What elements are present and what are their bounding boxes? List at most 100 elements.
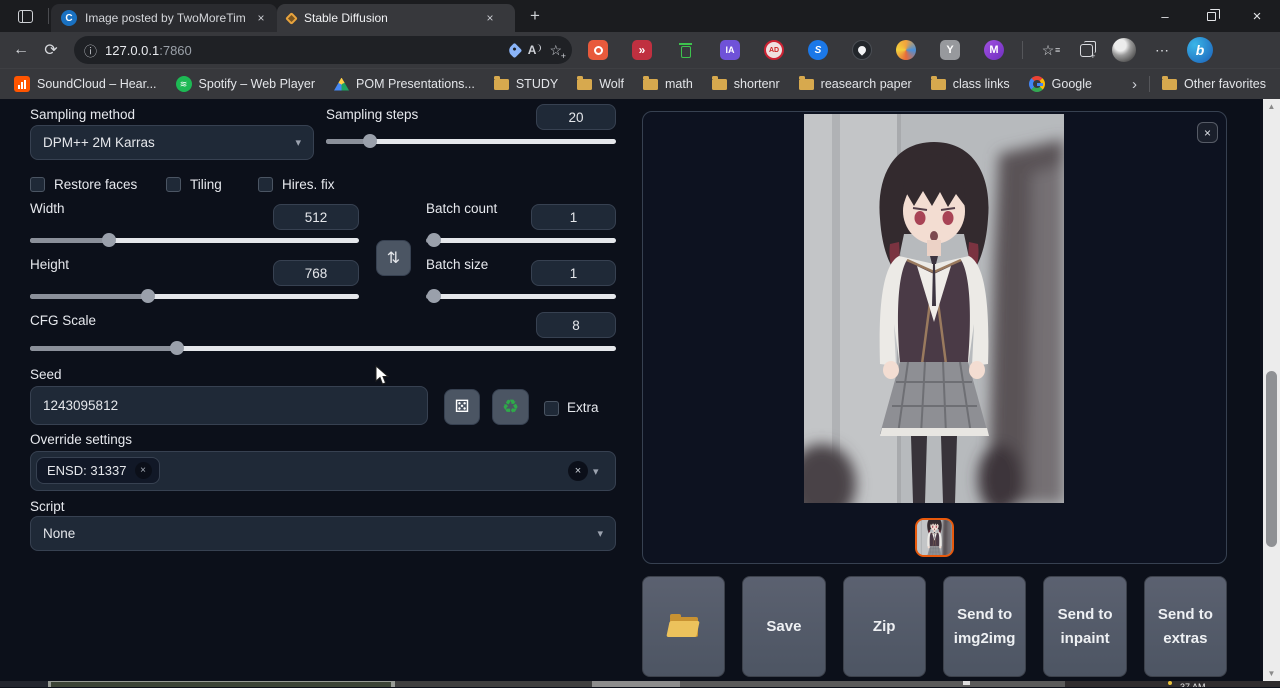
extension-shazam-icon[interactable]: S xyxy=(806,38,830,62)
close-gallery-button[interactable]: × xyxy=(1197,122,1218,143)
scroll-up-icon[interactable]: ▲ xyxy=(1263,99,1280,114)
dice-icon: ⚄ xyxy=(455,397,470,417)
hires-fix-checkbox[interactable] xyxy=(258,177,273,192)
bookmark-folder-shortenr[interactable]: shortenr xyxy=(712,77,780,91)
favorites-bar-icon[interactable]: ☆ xyxy=(1033,36,1063,64)
url-text: 127.0.0.1:7860 xyxy=(105,43,192,58)
send-to-extras-button[interactable]: Send to extras xyxy=(1144,576,1227,677)
bookmark-google[interactable]: Google xyxy=(1029,76,1092,92)
chevron-down-icon[interactable]: ▾ xyxy=(593,465,599,478)
tab-image-posted[interactable]: C Image posted by TwoMoreTimes × xyxy=(51,4,277,32)
back-button[interactable]: ← xyxy=(6,36,36,64)
width-slider[interactable] xyxy=(30,233,359,247)
bookmark-spotify[interactable]: ≋Spotify – Web Player xyxy=(176,76,316,92)
override-settings-label: Override settings xyxy=(30,432,132,447)
remove-chip-icon[interactable]: × xyxy=(135,462,152,479)
tab-title: Stable Diffusion xyxy=(304,11,474,25)
vertical-scrollbar[interactable]: ▲ ▼ xyxy=(1263,99,1280,681)
override-chip-ensd[interactable]: ENSD: 31337 × xyxy=(36,457,160,484)
batch-count-slider[interactable] xyxy=(426,233,616,247)
send-to-inpaint-button[interactable]: Send to inpaint xyxy=(1043,576,1126,677)
extension-monica-icon[interactable]: M xyxy=(982,38,1006,62)
minimize-button[interactable]: – xyxy=(1142,0,1188,32)
soundcloud-icon xyxy=(14,76,30,92)
bookmarks-overflow-chevron[interactable]: › xyxy=(1132,76,1137,93)
scrollbar-thumb[interactable] xyxy=(1266,371,1277,547)
folder-icon xyxy=(931,79,946,90)
extension-ia-icon[interactable]: IA xyxy=(718,38,742,62)
batch-size-label: Batch size xyxy=(426,257,488,272)
bookmark-folder-math[interactable]: math xyxy=(643,77,693,91)
save-button[interactable]: Save xyxy=(742,576,825,677)
bookmark-other-favorites[interactable]: Other favorites xyxy=(1162,77,1266,91)
zip-button[interactable]: Zip xyxy=(843,576,926,677)
bookmark-pom[interactable]: POM Presentations... xyxy=(334,77,475,91)
extension-speed-icon[interactable]: » xyxy=(630,38,654,62)
tiling-checkbox[interactable] xyxy=(166,177,181,192)
swap-dimensions-button[interactable]: ⇅ xyxy=(376,240,411,276)
titlebar: C Image posted by TwoMoreTimes × Stable … xyxy=(0,0,1280,32)
settings-menu-icon[interactable]: ⋯ xyxy=(1147,36,1177,64)
read-aloud-icon[interactable]: A xyxy=(528,43,542,57)
sampling-steps-slider[interactable] xyxy=(326,134,616,148)
tab-stable-diffusion[interactable]: Stable Diffusion × xyxy=(277,4,515,32)
cfg-scale-slider[interactable] xyxy=(30,341,616,355)
bookmark-folder-research[interactable]: reasearch paper xyxy=(799,77,912,91)
bookmark-soundcloud[interactable]: SoundCloud – Hear... xyxy=(14,76,157,92)
collections-icon[interactable] xyxy=(1071,36,1101,64)
batch-count-input[interactable]: 1 xyxy=(531,204,616,230)
address-bar[interactable]: ⓘ 127.0.0.1:7860 A ☆ xyxy=(74,36,572,64)
reuse-seed-button[interactable]: ♻ xyxy=(492,389,529,425)
tab-close-icon[interactable]: × xyxy=(253,10,269,26)
clear-all-icon[interactable]: × xyxy=(568,461,588,481)
height-input[interactable]: 768 xyxy=(273,260,359,286)
batch-size-slider[interactable] xyxy=(426,289,616,303)
profile-avatar[interactable] xyxy=(1109,36,1139,64)
extension-globe-icon[interactable] xyxy=(894,38,918,62)
open-folder-button[interactable] xyxy=(642,576,725,677)
batch-size-input[interactable]: 1 xyxy=(531,260,616,286)
generated-image[interactable] xyxy=(804,114,1064,503)
spotify-icon: ≋ xyxy=(176,76,192,92)
shopping-tag-icon[interactable] xyxy=(506,42,522,58)
script-select[interactable]: None ▾ xyxy=(30,516,616,551)
extension-trash-icon[interactable] xyxy=(674,38,698,62)
scroll-down-icon[interactable]: ▼ xyxy=(1263,666,1280,681)
close-window-button[interactable]: × xyxy=(1234,0,1280,32)
add-favorite-icon[interactable]: ☆ xyxy=(549,42,562,59)
folder-icon xyxy=(1162,79,1177,90)
extension-o-icon[interactable] xyxy=(586,38,610,62)
sampling-steps-input[interactable]: 20 xyxy=(536,104,616,130)
send-to-img2img-button[interactable]: Send to img2img xyxy=(943,576,1027,677)
sampling-method-select[interactable]: DPM++ 2M Karras ▾ xyxy=(30,125,314,160)
extra-seed-checkbox[interactable] xyxy=(544,401,559,416)
restore-faces-checkbox[interactable] xyxy=(30,177,45,192)
extension-pin-icon[interactable] xyxy=(850,38,874,62)
height-slider[interactable] xyxy=(30,289,359,303)
bookmark-folder-study[interactable]: STUDY xyxy=(494,77,558,91)
bookmark-folder-wolf[interactable]: Wolf xyxy=(577,77,624,91)
gallery-thumbnail[interactable] xyxy=(915,518,954,557)
toolbar: ← ⟳ ⓘ 127.0.0.1:7860 A ☆ » IA AD S Y M ☆ xyxy=(0,32,1280,68)
site-info-icon[interactable]: ⓘ xyxy=(84,41,97,60)
sampling-method-label: Sampling method xyxy=(30,107,135,122)
restore-button[interactable] xyxy=(1188,0,1234,32)
extension-y-icon[interactable]: Y xyxy=(938,38,962,62)
script-label: Script xyxy=(30,499,65,514)
seed-input[interactable]: 1243095812 xyxy=(30,386,428,425)
output-gallery: × xyxy=(642,111,1227,564)
refresh-button[interactable]: ⟳ xyxy=(36,36,66,64)
tab-title: Image posted by TwoMoreTimes xyxy=(85,11,245,25)
width-input[interactable]: 512 xyxy=(273,204,359,230)
tab-actions-button[interactable] xyxy=(8,2,42,30)
swap-icon: ⇅ xyxy=(387,248,400,268)
bookmark-folder-classlinks[interactable]: class links xyxy=(931,77,1010,91)
bing-chat-icon[interactable]: b xyxy=(1185,36,1215,64)
random-seed-button[interactable]: ⚄ xyxy=(444,389,480,425)
gradio-icon xyxy=(285,12,298,25)
cfg-scale-input[interactable]: 8 xyxy=(536,312,616,338)
folder-icon xyxy=(494,79,509,90)
tab-close-icon[interactable]: × xyxy=(482,10,498,26)
new-tab-button[interactable]: + xyxy=(521,2,549,30)
extension-adblock-icon[interactable]: AD xyxy=(762,38,786,62)
